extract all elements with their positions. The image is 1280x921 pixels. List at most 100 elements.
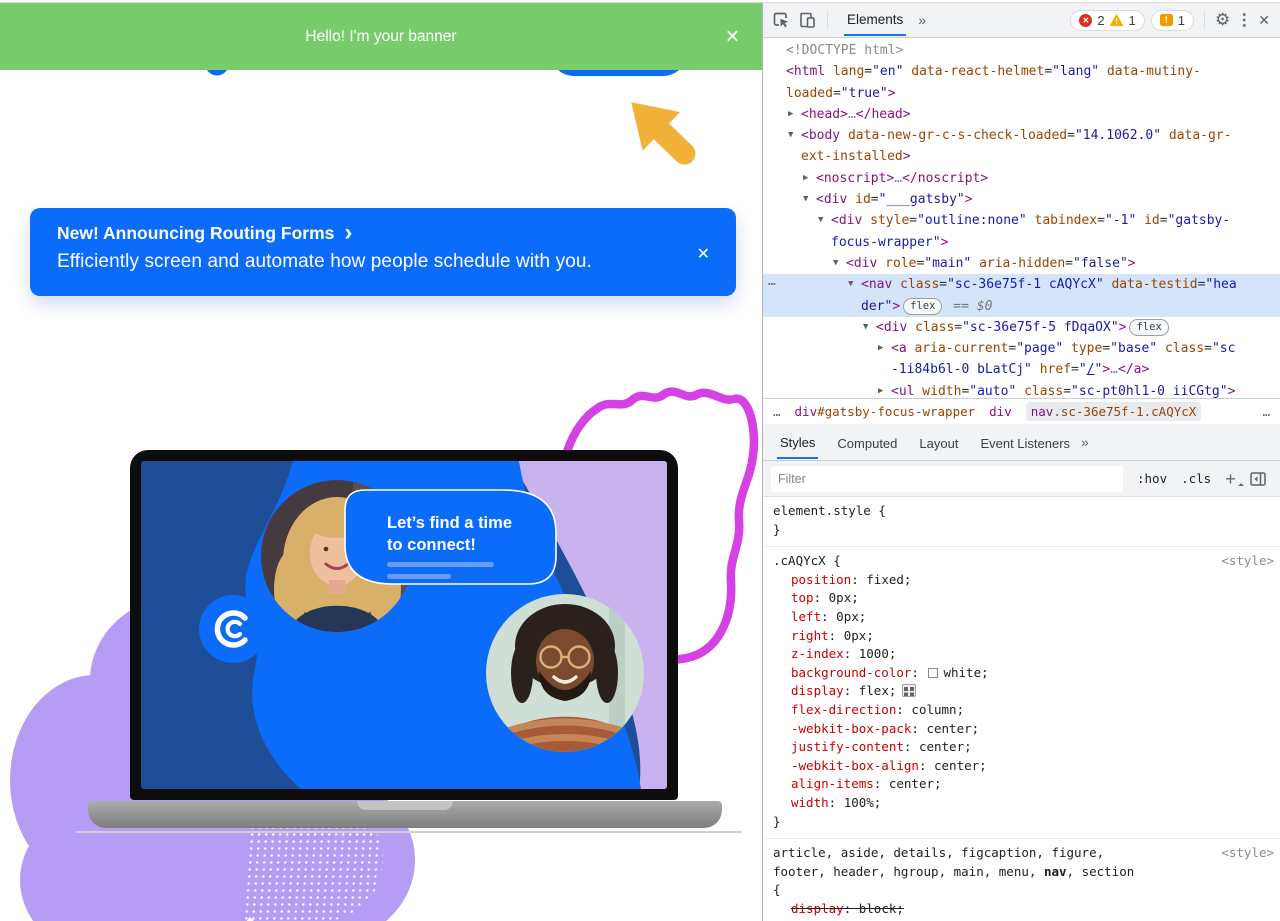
css-property-line[interactable]: position: fixed; — [763, 571, 1280, 590]
dom-line[interactable]: der">flex == $0 — [763, 296, 1280, 317]
laptop-base — [88, 801, 722, 828]
sidebar-toggle-icon[interactable] — [1250, 472, 1266, 486]
css-property-line[interactable]: right: 0px; — [763, 627, 1280, 646]
collapse-arrow-icon[interactable]: ▼ — [803, 189, 808, 210]
toolbar-divider — [1204, 11, 1205, 29]
styles-pane[interactable]: element.style {}<style>.cAQYcX {position… — [763, 497, 1280, 921]
css-property-line[interactable]: display: block; — [763, 900, 1280, 919]
css-property-line[interactable]: -webkit-box-pack: center; — [763, 720, 1280, 739]
css-property-line[interactable]: display: flex; — [763, 682, 1280, 701]
rule-close-brace: } — [763, 813, 1280, 832]
dom-line[interactable]: ▶<head>…</head> — [763, 104, 1280, 125]
error-count: 2 — [1097, 13, 1104, 28]
css-property-line[interactable]: -webkit-box-align: center; — [763, 757, 1280, 776]
css-rule[interactable]: <style>.cAQYcX {position: fixed;top: 0px… — [763, 547, 1280, 839]
kebab-menu-icon[interactable]: ⋮ — [1236, 10, 1252, 30]
css-property-line[interactable]: width: 100%; — [763, 794, 1280, 813]
node-actions-icon[interactable]: ⋯ — [768, 274, 776, 295]
collapse-arrow-icon[interactable]: ▼ — [848, 274, 853, 295]
breadcrumb-overflow[interactable]: … — [1262, 404, 1270, 419]
dom-line[interactable]: ▶<ul width="auto" class="sc-pt0hl1-0 iiC… — [763, 381, 1280, 398]
rule-selector: .cAQYcX { — [763, 552, 1280, 571]
css-property-line[interactable]: flex-direction: column; — [763, 701, 1280, 720]
more-tabs-icon[interactable]: » — [1081, 434, 1089, 450]
color-swatch[interactable] — [928, 668, 938, 678]
issue-count: 1 — [1178, 13, 1185, 28]
announcement-link[interactable]: New! Announcing Routing Forms › — [57, 223, 676, 244]
tab-computed[interactable]: Computed — [834, 427, 900, 458]
dom-line[interactable]: ▶<a aria-current="page" type="base" clas… — [763, 338, 1280, 359]
bubble-text-line1: Let’s find a time — [387, 514, 512, 532]
expand-arrow-icon[interactable]: ▶ — [878, 381, 883, 398]
breadcrumb-item[interactable]: nav.sc-36e75f-1.cAQYcX — [1026, 402, 1202, 421]
breadcrumb-overflow[interactable]: … — [773, 404, 781, 419]
laptop-screen-content: Let’s find a time to connect! — [141, 461, 667, 789]
more-tabs-icon[interactable]: » — [918, 12, 926, 28]
rule-origin[interactable]: <style> — [1221, 552, 1274, 571]
expand-arrow-icon[interactable]: ▶ — [803, 168, 808, 189]
website-page: Hello! I'm your banner ✕ New! Announcing… — [0, 0, 762, 921]
collapse-arrow-icon[interactable]: ▼ — [833, 253, 838, 274]
promo-banner: Hello! I'm your banner ✕ — [0, 3, 762, 70]
css-rule[interactable]: <style>article, aside, details, figcapti… — [763, 839, 1280, 921]
promo-banner-text: Hello! I'm your banner — [305, 28, 456, 46]
dom-line[interactable]: focus-wrapper"> — [763, 232, 1280, 253]
screenshot-root: Hello! I'm your banner ✕ New! Announcing… — [0, 0, 1280, 921]
styles-tab-bar: Styles Computed Layout Event Listeners » — [763, 424, 1280, 461]
dom-line[interactable]: loaded="true"> — [763, 83, 1280, 104]
breadcrumb-item[interactable]: div — [989, 404, 1012, 419]
rule-selector: element.style { — [763, 502, 1280, 521]
dom-line[interactable]: ▼<div role="main" aria-hidden="false"> — [763, 253, 1280, 274]
collapse-arrow-icon[interactable]: ▼ — [788, 125, 793, 146]
collapse-arrow-icon[interactable]: ▼ — [863, 317, 868, 338]
styles-filter-input[interactable] — [771, 466, 1123, 492]
flex-badge[interactable]: flex — [903, 298, 942, 315]
dom-line[interactable]: ext-installed> — [763, 146, 1280, 167]
announcement-close-icon[interactable]: ✕ — [697, 244, 710, 264]
tab-styles[interactable]: Styles — [777, 426, 818, 459]
dom-line[interactable]: ▼<div class="sc-36e75f-5 fDqaOX">flex — [763, 317, 1280, 338]
console-errors-badge[interactable]: ✕ 2 ! 1 — [1070, 10, 1144, 31]
flex-editor-icon[interactable] — [902, 684, 916, 697]
expand-arrow-icon[interactable]: ▶ — [788, 104, 793, 125]
tab-event-listeners[interactable]: Event Listeners — [977, 427, 1073, 458]
css-property-line[interactable]: top: 0px; — [763, 589, 1280, 608]
settings-gear-icon[interactable]: ⚙ — [1215, 10, 1230, 30]
dom-line[interactable]: ▶<noscript>…</noscript> — [763, 168, 1280, 189]
dom-line[interactable]: ▼<body data-new-gr-c-s-check-loaded="14.… — [763, 125, 1280, 146]
tab-elements[interactable]: Elements — [844, 4, 906, 36]
dom-line[interactable]: -1i84b6l-0 bLatCj" href="/">…</a> — [763, 359, 1280, 380]
dom-line[interactable]: <!DOCTYPE html> — [763, 40, 1280, 61]
devtools-panel: Elements » ✕ 2 ! 1 ! 1 ⚙ ⋮ ✕ <!DOCTYPE h… — [762, 0, 1280, 921]
breadcrumb-item[interactable]: div#gatsby-focus-wrapper — [795, 404, 976, 419]
css-property-line[interactable]: background-color: white; — [763, 664, 1280, 683]
css-rule[interactable]: element.style {} — [763, 497, 1280, 547]
expand-arrow-icon[interactable]: ▶ — [878, 338, 883, 359]
dom-line[interactable]: <html lang="en" data-react-helmet="lang"… — [763, 61, 1280, 82]
class-toggle[interactable]: .cls — [1181, 471, 1211, 486]
css-property-line[interactable]: align-items: center; — [763, 775, 1280, 794]
dom-line[interactable]: ▼<div style="outline:none" tabindex="-1"… — [763, 210, 1280, 231]
pseudo-state-toggle[interactable]: :hov — [1137, 471, 1167, 486]
css-property-line[interactable]: justify-content: center; — [763, 738, 1280, 757]
css-property-line[interactable]: left: 0px; — [763, 608, 1280, 627]
device-toolbar-icon[interactable] — [797, 10, 817, 30]
rule-origin[interactable]: <style> — [1221, 844, 1274, 863]
announcement-title: New! Announcing Routing Forms — [57, 223, 334, 244]
warning-icon: ! — [1110, 14, 1124, 26]
dom-line[interactable]: ▼⋯<nav class="sc-36e75f-1 cAQYcX" data-t… — [763, 274, 1280, 295]
inspect-element-icon[interactable] — [771, 10, 791, 30]
new-style-rule-button[interactable]: + — [1225, 472, 1236, 486]
banner-close-icon[interactable]: ✕ — [725, 26, 740, 47]
flex-badge[interactable]: flex — [1129, 319, 1168, 336]
breadcrumb: … div#gatsby-focus-wrapper div nav.sc-36e75… — [763, 398, 1280, 424]
close-devtools-icon[interactable]: ✕ — [1258, 12, 1270, 29]
issues-badge[interactable]: ! 1 — [1151, 10, 1194, 31]
dom-line[interactable]: ▼<div id="___gatsby"> — [763, 189, 1280, 210]
window-top-edge — [0, 0, 1280, 3]
laptop-screen: Let’s find a time to connect! — [130, 450, 678, 800]
css-property-line[interactable]: z-index: 1000; — [763, 645, 1280, 664]
collapse-arrow-icon[interactable]: ▼ — [818, 210, 823, 231]
tab-layout[interactable]: Layout — [916, 427, 961, 458]
dom-tree[interactable]: <!DOCTYPE html><html lang="en" data-reac… — [763, 38, 1280, 398]
